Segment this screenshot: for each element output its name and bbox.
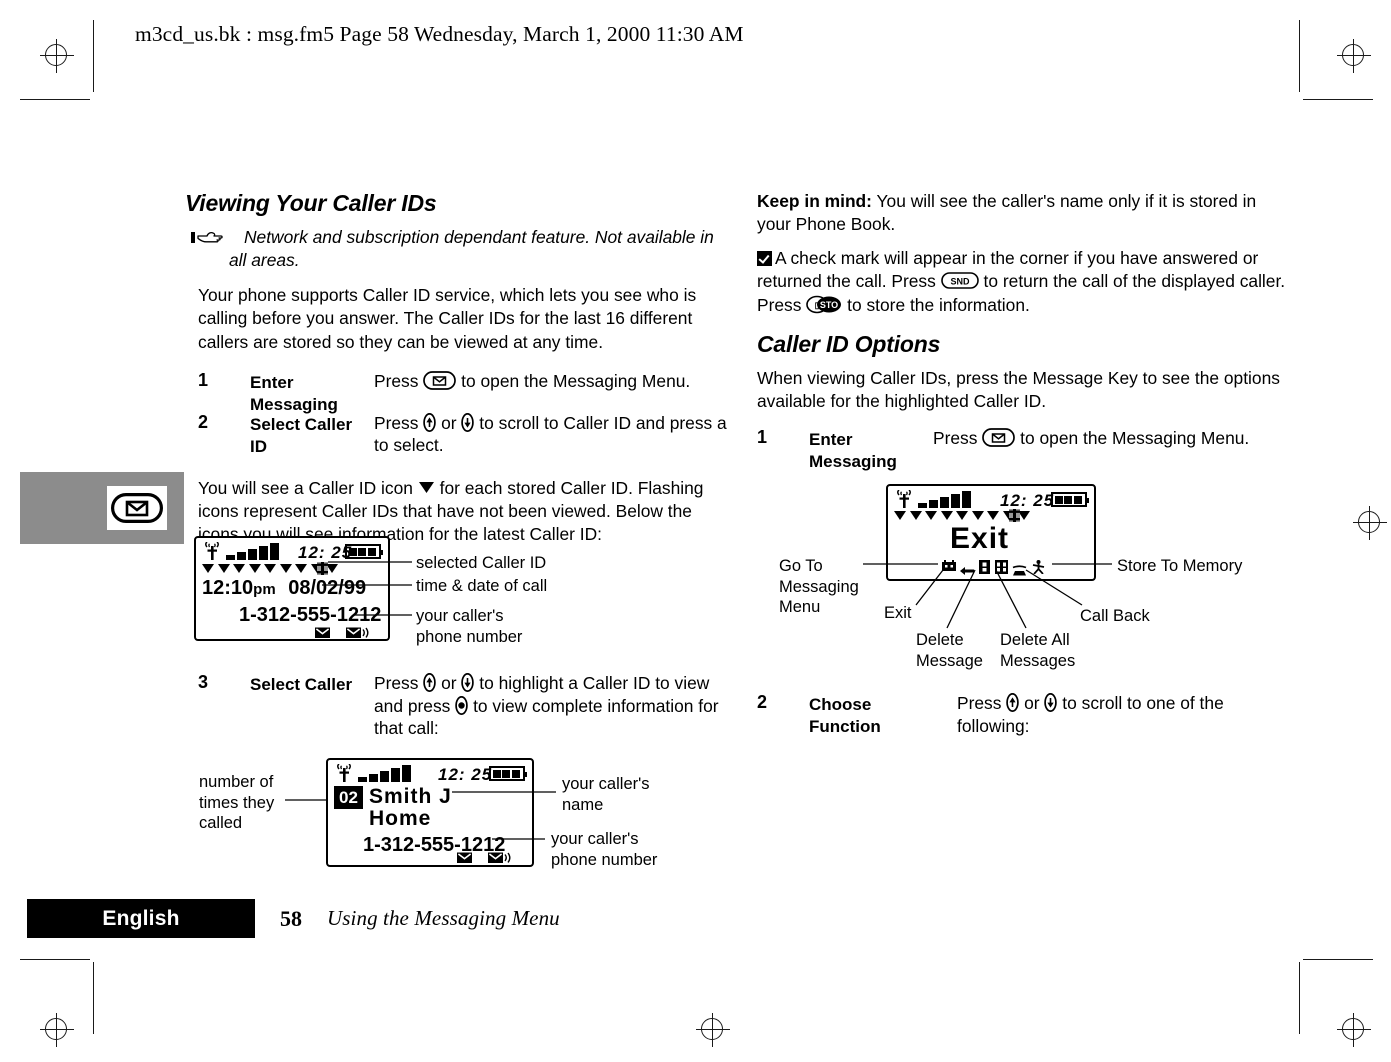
callout-exit: Exit (884, 604, 912, 622)
up-arrow-key-icon (1006, 693, 1020, 712)
step-number: 2 (757, 692, 768, 712)
footer-page-number: 58 (280, 906, 302, 931)
step-text-mid: or (1024, 693, 1040, 713)
down-arrow-key-icon (1044, 693, 1058, 712)
footer-section-title: Using the Messaging Menu (327, 906, 560, 930)
callout-call-back: Call Back (1080, 607, 1150, 625)
step-text-before: Press (957, 693, 1002, 713)
callout-delete-message: Delete Message (916, 631, 983, 670)
callout-go-to-messaging-menu: Go To Messaging Menu (779, 557, 859, 617)
step-text: Press or to scroll to one of the followi… (957, 692, 1287, 737)
callout-store-to-memory: Store To Memory (1117, 557, 1243, 575)
step-2-choose-function: 2 Choose Function Press or to scroll to … (757, 692, 1287, 742)
footer-language-label: English (102, 907, 180, 930)
footer-language-bar: English (27, 899, 255, 938)
callout-delete-all-messages: Delete All Messages (1000, 631, 1076, 670)
step-title: Choose Function (809, 695, 881, 737)
